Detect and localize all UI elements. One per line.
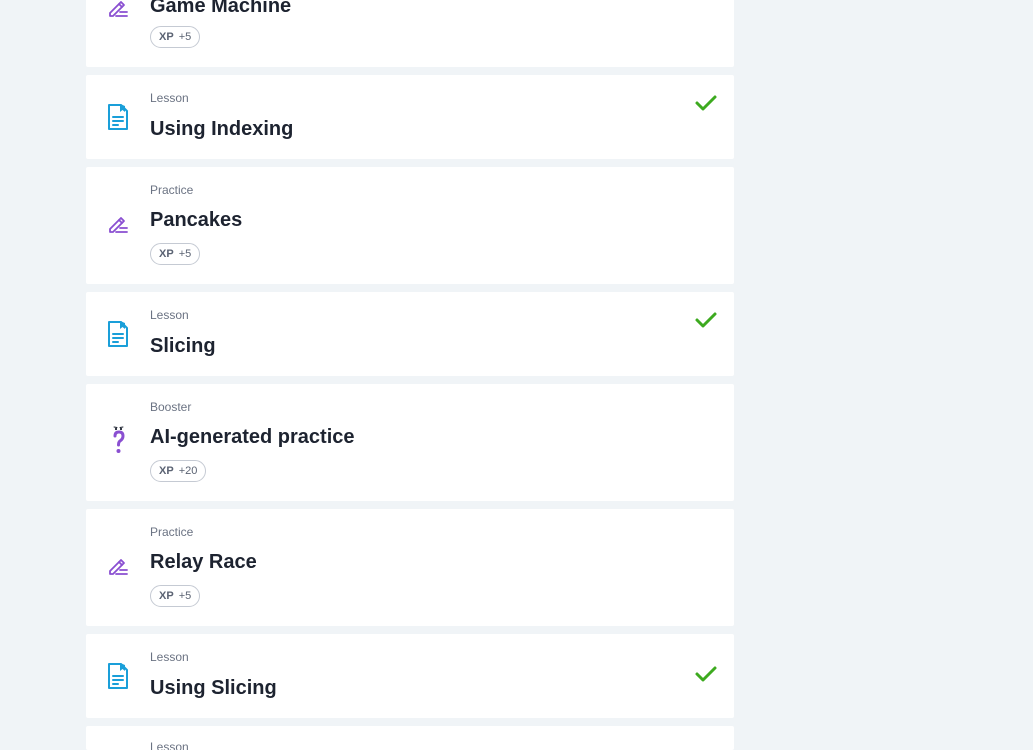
list-item-using-indexing[interactable]: Lesson Using Indexing <box>86 75 734 159</box>
item-type: Lesson <box>150 308 189 322</box>
item-title: Relay Race <box>150 551 257 573</box>
item-title: Using Indexing <box>150 118 294 140</box>
xp-badge: XP +20 <box>150 460 207 482</box>
xp-badge: XP +5 <box>150 243 201 265</box>
item-title: Slicing <box>150 335 216 357</box>
checkmark-icon <box>694 308 718 332</box>
xp-badge: XP +5 <box>150 26 201 48</box>
list-item-slicing[interactable]: Lesson Slicing <box>86 292 734 376</box>
item-title: Using Slicing <box>150 677 277 699</box>
item-type: Lesson <box>150 740 189 750</box>
item-type: Practice <box>150 183 194 197</box>
lesson-document-icon <box>106 320 130 348</box>
question-mark-icon <box>106 426 130 454</box>
list-item-pancakes[interactable]: Practice Pancakes XP +5 <box>86 167 734 284</box>
list-item-game-machine[interactable]: Game Machine XP +5 <box>86 0 734 67</box>
item-type: Booster <box>150 400 192 414</box>
list-item-ai-generated-practice[interactable]: Booster AI-generated practice XP +20 <box>86 384 734 501</box>
item-type: Practice <box>150 525 194 539</box>
lesson-document-icon <box>106 662 130 690</box>
item-type: Lesson <box>150 91 189 105</box>
checkmark-icon <box>694 91 718 115</box>
item-title: Game Machine <box>150 0 292 17</box>
list-item-lesson[interactable]: Lesson <box>86 726 734 750</box>
xp-badge: XP +5 <box>150 585 201 607</box>
pencil-icon <box>106 554 130 582</box>
item-type: Lesson <box>150 650 189 664</box>
lesson-document-icon <box>106 103 130 131</box>
list-item-using-slicing[interactable]: Lesson Using Slicing <box>86 634 734 718</box>
item-title: Pancakes <box>150 209 243 231</box>
item-title: AI-generated practice <box>150 426 355 448</box>
pencil-icon <box>106 212 130 240</box>
checkmark-icon <box>694 662 718 686</box>
list-item-relay-race[interactable]: Practice Relay Race XP +5 <box>86 509 734 626</box>
pencil-icon <box>106 0 130 24</box>
